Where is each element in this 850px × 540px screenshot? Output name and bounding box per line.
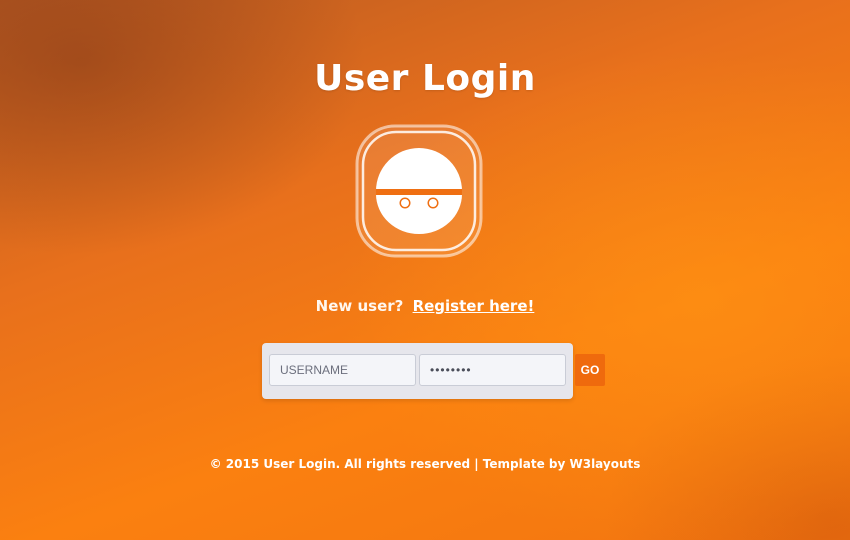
register-prompt: New user? Register here!	[0, 297, 850, 315]
new-user-label: New user?	[315, 297, 404, 315]
smiley-face-icon	[355, 124, 483, 258]
go-button[interactable]: GO	[575, 354, 605, 386]
username-input[interactable]	[269, 354, 416, 386]
user-avatar-icon	[354, 123, 484, 259]
login-form	[262, 343, 573, 399]
login-page: User Login New user? Register here! GO ©…	[0, 0, 850, 540]
password-input[interactable]	[419, 354, 566, 386]
register-link[interactable]: Register here!	[413, 297, 535, 315]
footer-copyright: © 2015 User Login. All rights reserved |…	[209, 457, 641, 471]
page-title: User Login	[314, 58, 536, 99]
